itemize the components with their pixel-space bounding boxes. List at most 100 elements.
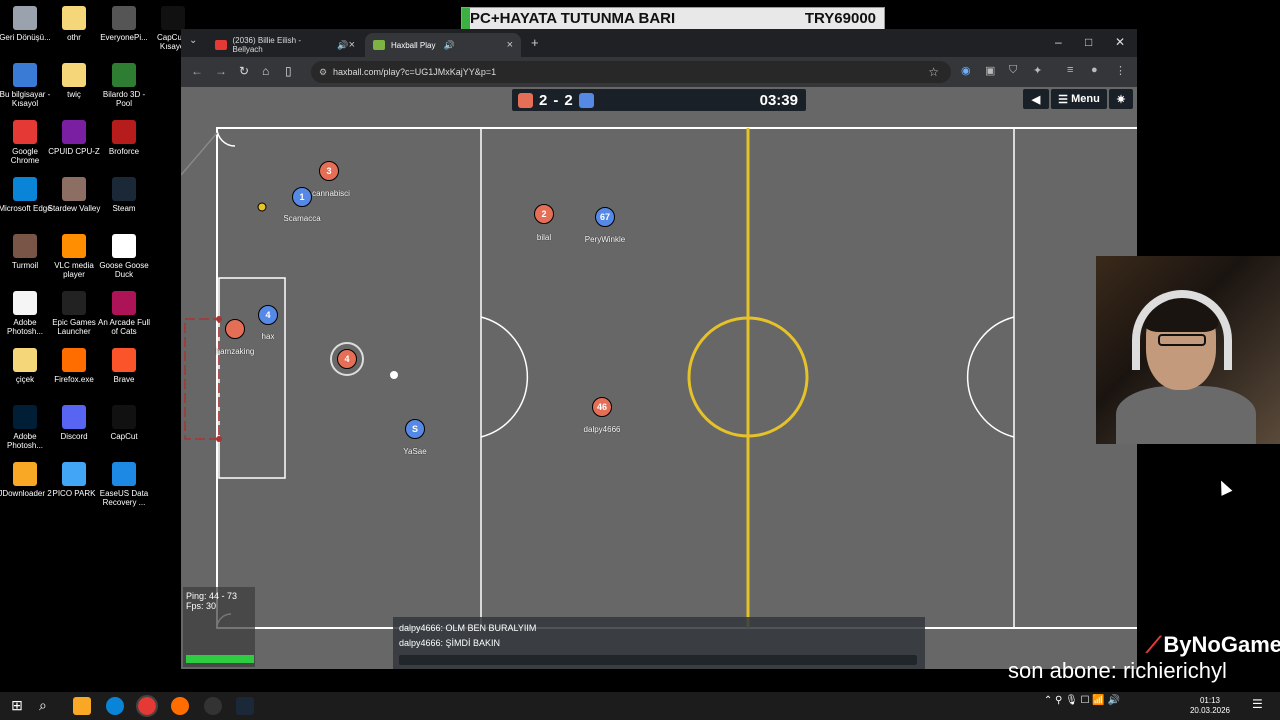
clock[interactable]: 01:13 20.03.2026	[1190, 696, 1230, 716]
tab-bar: ⌄ (2036) Billie Eilish - Bellyach 🔊 × Ha…	[181, 29, 1137, 57]
desktop-shortcut[interactable]: Discord	[47, 405, 101, 441]
back-icon[interactable]: ←	[191, 64, 203, 78]
tab-haxball[interactable]: Haxball Play 🔊 ×	[365, 33, 521, 57]
shortcut-icon	[62, 120, 86, 144]
chat-message: dalpy4666: ŞİMDİ BAKIN	[399, 638, 501, 648]
browser-window: ⌄ (2036) Billie Eilish - Bellyach 🔊 × Ha…	[181, 29, 1137, 669]
goal-progress-fill	[462, 8, 470, 29]
playlist-icon[interactable]: ≡	[1067, 64, 1079, 76]
scoreboard: 2 - 2 03:39	[512, 89, 806, 111]
obs-icon[interactable]	[204, 697, 222, 715]
maximize-icon[interactable]: □	[1085, 35, 1092, 49]
desktop-shortcut[interactable]: Geri Dönüşü...	[0, 6, 52, 42]
goal-post	[216, 436, 222, 442]
goal-title: PC+HAYATA TUTUNMA BARI	[470, 10, 676, 27]
desktop-shortcut[interactable]: Adobe Photosh...	[0, 405, 52, 450]
desktop-shortcut[interactable]: PICO PARK	[47, 462, 101, 498]
site-info-icon[interactable]: ⚙	[319, 67, 327, 78]
fps-text: Fps: 30	[186, 601, 217, 611]
edge-icon[interactable]	[106, 697, 124, 715]
desktop-shortcut[interactable]: othr	[47, 6, 101, 42]
shield-icon[interactable]: ⛉	[1009, 64, 1021, 76]
chat-input[interactable]	[399, 655, 917, 665]
home-icon[interactable]: ⌂	[262, 64, 269, 78]
donation-goal-banner: PC+HAYATA TUTUNMA BARI TRY69000	[461, 7, 885, 30]
desktop-shortcut[interactable]: EaseUS Data Recovery ...	[97, 462, 151, 507]
desktop-shortcut[interactable]: VLC media player	[47, 234, 101, 279]
close-window-icon[interactable]: ✕	[1115, 35, 1125, 49]
desktop-shortcut[interactable]: Bu bilgisayar - Kısayol	[0, 63, 52, 108]
desktop-shortcut[interactable]: Brave	[97, 348, 151, 384]
close-icon[interactable]: ×	[507, 39, 513, 51]
desktop-shortcut[interactable]: Epic Games Launcher	[47, 291, 101, 336]
bookmark-star-icon[interactable]: ☆	[928, 65, 939, 79]
puzzle-icon[interactable]: ✦	[1033, 64, 1045, 77]
desktop-shortcut[interactable]: CapCut	[97, 405, 151, 441]
desktop-shortcut[interactable]: çiçek	[0, 348, 52, 384]
sound-icon[interactable]: 🔊	[337, 40, 348, 51]
close-icon[interactable]: ×	[349, 39, 355, 51]
shortcut-label: Brave	[113, 375, 135, 384]
desktop-shortcut[interactable]: Steam	[97, 177, 151, 213]
minimize-icon[interactable]: –	[1055, 35, 1062, 49]
reload-icon[interactable]: ↻	[239, 64, 249, 78]
desktop-shortcut[interactable]: JDownloader 2	[0, 462, 52, 498]
profile-icon[interactable]: ●	[1091, 64, 1103, 76]
extension-sound-icon[interactable]: ◉	[961, 64, 973, 77]
tab-search-icon[interactable]: ⌄	[189, 35, 197, 46]
desktop-shortcut[interactable]: Microsoft Edge	[0, 177, 52, 213]
desktop-shortcut[interactable]: Firefox.exe	[47, 348, 101, 384]
shortcut-label: JDownloader 2	[0, 489, 52, 498]
player-disc: 1	[292, 187, 312, 207]
notification-icon[interactable]: ☰	[1252, 697, 1270, 715]
address-bar[interactable]: ⚙ haxball.com/play?c=UG1JMxKajYY&p=1 ☆	[311, 61, 951, 83]
sound-toggle-icon[interactable]: ◀	[1023, 89, 1049, 109]
desktop-shortcut[interactable]: Goose Goose Duck	[97, 234, 151, 279]
copilot-icon[interactable]	[73, 697, 91, 715]
desktop-shortcut[interactable]: Turmoil	[0, 234, 52, 270]
shortcut-label: VLC media player	[54, 261, 94, 279]
shortcut-icon	[13, 405, 37, 429]
sidebar-icon[interactable]: ▯	[285, 64, 292, 78]
shortcut-icon	[13, 120, 37, 144]
shortcut-icon	[13, 6, 37, 30]
extension-icon[interactable]: ▣	[985, 64, 997, 77]
steam-icon[interactable]	[236, 697, 254, 715]
sound-icon[interactable]: 🔊	[443, 40, 454, 51]
brand-logo-icon: ⟋	[1146, 632, 1162, 657]
desktop-shortcut[interactable]: Adobe Photosh...	[0, 291, 52, 336]
menu-button[interactable]: ☰ Menu	[1051, 89, 1107, 109]
shortcut-label: Stardew Valley	[47, 204, 101, 213]
shortcut-label: Geri Dönüşü...	[0, 33, 51, 42]
shortcut-label: Goose Goose Duck	[99, 261, 149, 279]
new-tab-icon[interactable]: +	[531, 35, 539, 50]
more-menu-icon[interactable]: ⋮	[1115, 64, 1127, 77]
score-separator: -	[553, 91, 559, 109]
tab-music[interactable]: (2036) Billie Eilish - Bellyach 🔊 ×	[207, 33, 363, 57]
player-name: hax	[261, 332, 275, 341]
desktop-shortcut[interactable]: Google Chrome	[0, 120, 52, 165]
desktop-shortcut[interactable]: An Arcade Full of Cats	[97, 291, 151, 336]
haxball-game[interactable]: 2 - 2 03:39 ◀ ☰ Menu ✷ 3 cannabisci 1 Scama…	[181, 87, 1137, 669]
player-disc: 2	[534, 204, 554, 224]
shortcut-icon	[112, 462, 136, 486]
tray-icons[interactable]: ⌃ ⚲ 🎙 ☐ 📶 🔊	[1044, 696, 1120, 706]
menu-icon: ☰	[1058, 93, 1072, 106]
desktop-shortcut[interactable]: Bilardo 3D - Pool	[97, 63, 151, 108]
desktop-shortcut[interactable]: EveryonePi...	[97, 6, 151, 42]
desktop-shortcut[interactable]: Stardew Valley	[47, 177, 101, 213]
settings-gear-icon[interactable]: ✷	[1109, 89, 1133, 109]
blue-score: 2	[564, 91, 573, 109]
chrome-icon[interactable]	[136, 695, 158, 717]
shortcut-label: Broforce	[108, 147, 140, 156]
firefox-icon[interactable]	[171, 697, 189, 715]
desktop-shortcut[interactable]: CPUID CPU-Z	[47, 120, 101, 156]
search-icon[interactable]: ⌕	[39, 697, 57, 715]
start-windows-icon[interactable]: ⊞	[8, 697, 26, 715]
forward-icon[interactable]: →	[215, 64, 227, 78]
tab-title: (2036) Billie Eilish - Bellyach	[232, 36, 301, 54]
chat-box: dalpy4666: OLM BEN BURALYIIM dalpy4666: …	[393, 617, 925, 669]
desktop-shortcut[interactable]: twiç	[47, 63, 101, 99]
desktop-shortcut[interactable]: Broforce	[97, 120, 151, 156]
red-goal	[184, 318, 220, 440]
